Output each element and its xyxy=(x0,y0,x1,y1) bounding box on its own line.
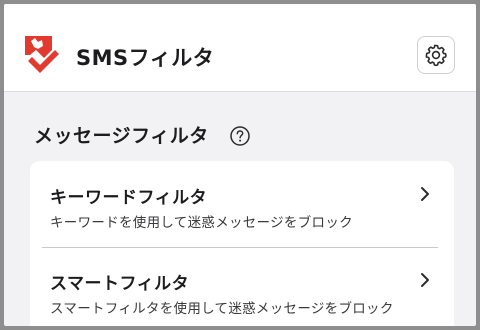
smart-filter-description: スマートフィルタを使用して迷惑メッセージをブロック xyxy=(50,301,394,317)
help-icon[interactable] xyxy=(229,125,251,147)
smart-filter-item[interactable]: スマートフィルタ スマートフィルタを使用して迷惑メッセージをブロック xyxy=(30,247,454,326)
section-title: メッセージフィルタ xyxy=(34,125,209,147)
chevron-right-icon xyxy=(421,273,429,287)
keyword-filter-title: キーワードフィルタ xyxy=(50,188,208,208)
app-title: SMSフィルタ xyxy=(76,46,215,70)
app-logo-icon xyxy=(25,36,59,73)
app-window: SMSフィルタ メッセージフィルタ キーワードフィルタ キーワードを使用して迷惑… xyxy=(4,4,476,326)
keyword-filter-description: キーワードを使用して迷惑メッセージをブロック xyxy=(50,215,353,231)
app-header: SMSフィルタ xyxy=(4,4,476,92)
keyword-filter-item[interactable]: キーワードフィルタ キーワードを使用して迷惑メッセージをブロック xyxy=(30,161,454,247)
filter-list-card: キーワードフィルタ キーワードを使用して迷惑メッセージをブロック スマートフィル… xyxy=(30,161,454,326)
settings-button[interactable] xyxy=(417,36,455,74)
gear-icon xyxy=(425,44,447,67)
chevron-right-icon xyxy=(421,187,429,201)
smart-filter-title: スマートフィルタ xyxy=(50,274,190,294)
